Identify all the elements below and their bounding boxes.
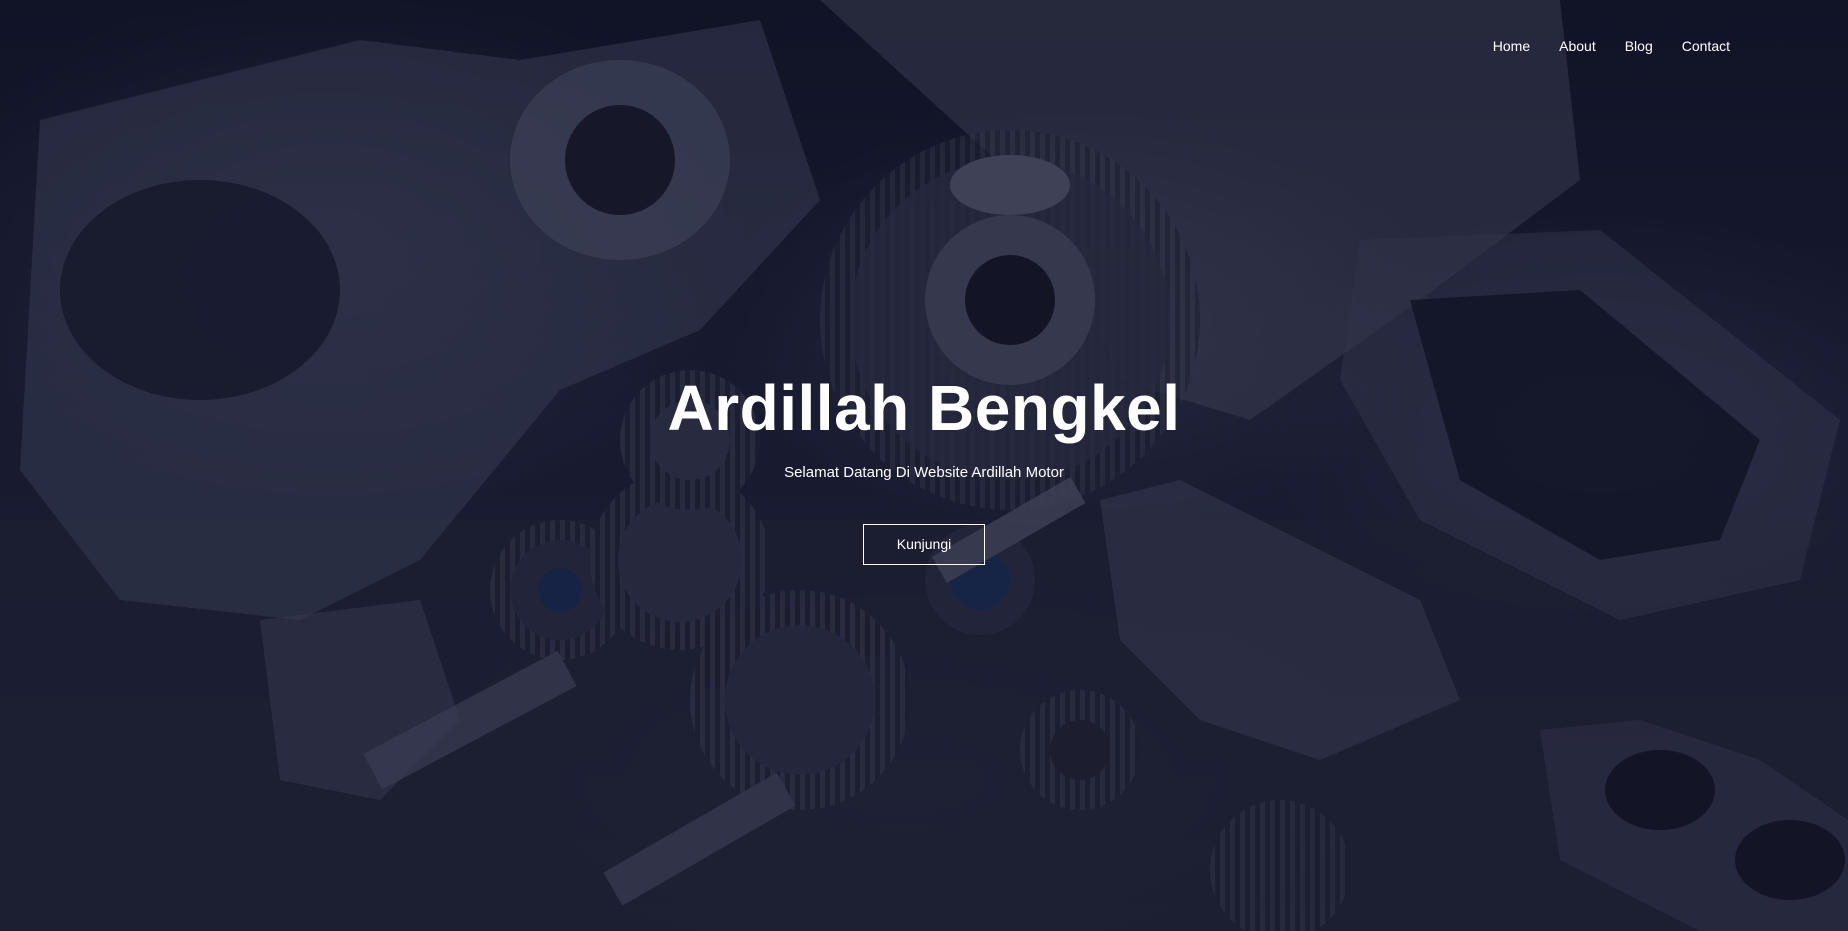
nav-contact-link[interactable]: Contact bbox=[1682, 38, 1730, 54]
hero-section: Home About Blog Contact Ardillah Bengkel… bbox=[0, 0, 1848, 931]
top-navigation: Home About Blog Contact bbox=[1493, 38, 1730, 54]
nav-home-link[interactable]: Home bbox=[1493, 38, 1530, 54]
nav-about-link[interactable]: About bbox=[1559, 38, 1596, 54]
hero-title: Ardillah Bengkel bbox=[667, 372, 1181, 444]
nav-blog-link[interactable]: Blog bbox=[1625, 38, 1653, 54]
hero-subtitle: Selamat Datang Di Website Ardillah Motor bbox=[784, 464, 1064, 481]
hero-content: Ardillah Bengkel Selamat Datang Di Websi… bbox=[0, 370, 1848, 565]
kunjungi-button[interactable]: Kunjungi bbox=[863, 524, 985, 565]
